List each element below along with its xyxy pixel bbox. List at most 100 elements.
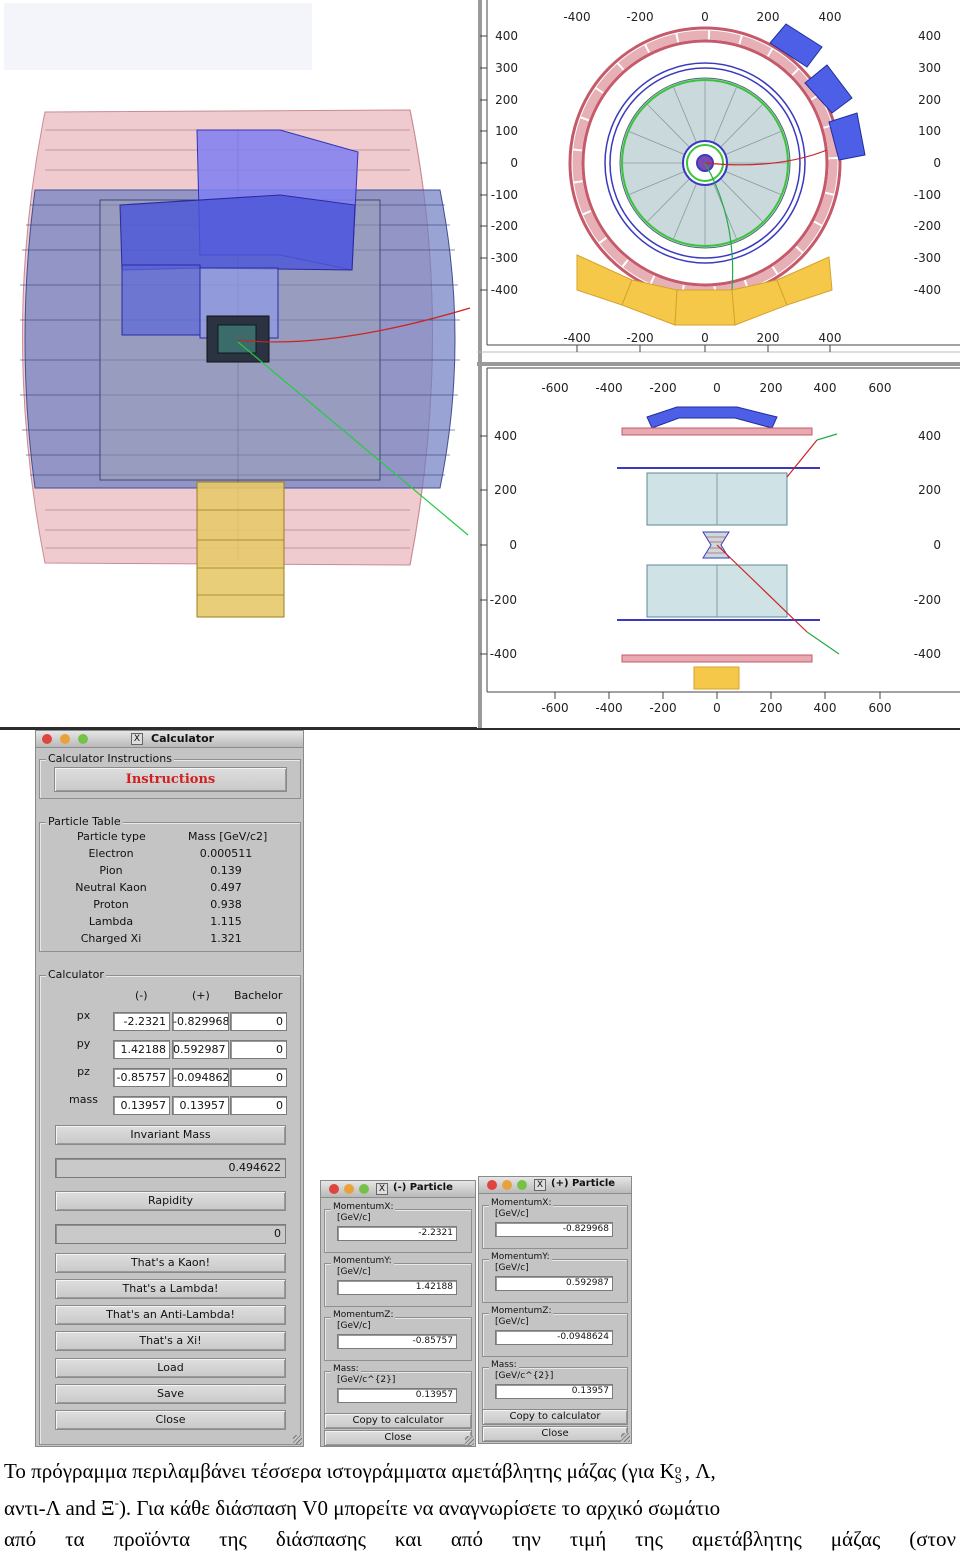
particle-mass: 0.497 — [210, 881, 242, 894]
momentum-value-field[interactable]: -2.2321 — [337, 1226, 457, 1241]
xy-right-tick-label: 0 — [933, 156, 941, 170]
pos-close-button[interactable]: Close — [482, 1426, 628, 1442]
antilambda-button[interactable]: That's an Anti-Lambda! — [55, 1305, 286, 1325]
calc-bach-field[interactable]: 0 — [230, 1096, 287, 1115]
momentum-unit: [GeV/c] — [495, 1209, 529, 1219]
rz-right-tick-label: -200 — [914, 593, 941, 607]
calc-row-label: py — [76, 1037, 91, 1050]
zoom-window-icon[interactable] — [78, 734, 88, 744]
rz-bottom-tick-label: 200 — [760, 701, 783, 715]
momentum-value-field[interactable]: -0.85757 — [337, 1334, 457, 1349]
calc-pos-field[interactable]: 0.592987 — [172, 1040, 229, 1059]
calculator-window[interactable]: X Calculator Calculator Instructions Ins… — [35, 730, 304, 1447]
neg-particle-title: (-) Particle — [393, 1182, 453, 1193]
xy-left-tick-label: -300 — [491, 251, 518, 265]
calc-pos-field[interactable]: 0.13957 — [172, 1096, 229, 1115]
minimize-window-icon[interactable] — [502, 1180, 512, 1190]
calc-neg-field[interactable]: -2.2321 — [113, 1012, 170, 1031]
close-button[interactable]: Close — [55, 1410, 286, 1430]
rz-top-tick-label: 600 — [869, 381, 892, 395]
minimize-window-icon[interactable] — [60, 734, 70, 744]
lambda-button[interactable]: That's a Lambda! — [55, 1279, 286, 1299]
instructions-button[interactable]: Instructions — [54, 767, 287, 792]
x11-app-icon: X — [376, 1183, 388, 1195]
calc-pos-field[interactable]: -0.829968 — [172, 1012, 229, 1031]
pos-particle-window[interactable]: X (+) Particle MomentumX: [GeV/c] -0.82996… — [478, 1176, 632, 1444]
particle-name: Proton — [93, 898, 129, 911]
momentum-value-field[interactable]: 0.13957 — [337, 1388, 457, 1403]
pos-particle-titlebar[interactable]: X (+) Particle — [479, 1177, 631, 1194]
calc-bach-field[interactable]: 0 — [230, 1012, 287, 1031]
momentum-value-field[interactable]: -0.0948624 — [495, 1330, 613, 1345]
neg-close-button[interactable]: Close — [324, 1430, 472, 1446]
close-window-icon[interactable] — [42, 734, 52, 744]
momentum-value-field[interactable]: -0.829968 — [495, 1222, 613, 1237]
momentum-value-field[interactable]: 0.592987 — [495, 1276, 613, 1291]
particle-name: Charged Xi — [80, 932, 142, 945]
momentum-unit: [GeV/c] — [495, 1317, 529, 1327]
calc-row-label: pz — [77, 1065, 90, 1078]
rapidity-output: 0 — [55, 1224, 286, 1244]
particle-name: Lambda — [88, 915, 134, 928]
rz-bottom-tick-label: 600 — [869, 701, 892, 715]
save-button[interactable]: Save — [55, 1384, 286, 1404]
xy-left-tick-label: -400 — [491, 283, 518, 297]
rz-right-tick-label: -400 — [914, 647, 941, 661]
momentum-unit: [GeV/c] — [337, 1267, 371, 1277]
calculator-titlebar[interactable]: X Calculator — [36, 731, 303, 748]
xy-top-tick-label: 400 — [819, 10, 842, 24]
kaon-button[interactable]: That's a Kaon! — [55, 1253, 286, 1273]
close-window-icon[interactable] — [329, 1184, 339, 1194]
neg-particle-window[interactable]: X (-) Particle MomentumX: [GeV/c] -2.2321 M… — [320, 1180, 476, 1447]
rz-top-tick-label: 0 — [713, 381, 721, 395]
calc-pos-field[interactable]: -0.0948624 — [172, 1068, 229, 1087]
rz-left-tick-label: 200 — [494, 483, 517, 497]
calc-bach-field[interactable]: 0 — [230, 1068, 287, 1087]
zoom-window-icon[interactable] — [517, 1180, 527, 1190]
particle-mass: 0.000511 — [199, 847, 253, 860]
xy-bottom-tick-label: -200 — [626, 331, 653, 345]
momentum-label: MomentumY: — [489, 1252, 552, 1262]
momentum-value-field[interactable]: 1.42188 — [337, 1280, 457, 1295]
particle-mass: 1.115 — [210, 915, 242, 928]
neg-particle-titlebar[interactable]: X (-) Particle — [321, 1181, 475, 1198]
calc-bach-field[interactable]: 0 — [230, 1040, 287, 1059]
rapidity-button[interactable]: Rapidity — [55, 1191, 286, 1211]
rz-bottom-tick-label: 400 — [814, 701, 837, 715]
calc-neg-field[interactable]: 0.13957 — [113, 1096, 170, 1115]
momentum-value-field[interactable]: 0.13957 — [495, 1384, 613, 1399]
xy-bottom-tick-label: -400 — [563, 331, 590, 345]
resize-grip-icon[interactable] — [293, 1435, 302, 1444]
xy-projection-view[interactable]: -400 -200 0 200 400 400 300 200 100 0 -100 -200 -30… — [477, 0, 960, 362]
close-window-icon[interactable] — [487, 1180, 497, 1190]
calc-neg-field[interactable]: 1.42188 — [113, 1040, 170, 1059]
resize-grip-icon[interactable] — [621, 1433, 630, 1442]
minimize-window-icon[interactable] — [344, 1184, 354, 1194]
rz-right-tick-label: 200 — [918, 483, 941, 497]
rz-right-tick-label: 400 — [918, 429, 941, 443]
resize-grip-icon[interactable] — [465, 1436, 474, 1445]
caption-line-3: από τα προϊόντα της διάσπασης και από τη… — [4, 1527, 956, 1551]
xy-right-tick-label: -100 — [914, 188, 941, 202]
pos-column-header: (+) — [192, 989, 210, 1002]
particle-table-label: Particle Table — [46, 815, 123, 828]
rz-bottom-tick-label: -600 — [541, 701, 568, 715]
zoom-window-icon[interactable] — [359, 1184, 369, 1194]
load-button[interactable]: Load — [55, 1358, 286, 1378]
xy-top-tick-label: 0 — [701, 10, 709, 24]
particle-name: Neutral Kaon — [75, 881, 147, 894]
detector-3d-view[interactable] — [0, 0, 477, 728]
neg-copy-to-calculator-button[interactable]: Copy to calculator — [324, 1413, 472, 1429]
invariant-mass-button[interactable]: Invariant Mass — [55, 1125, 286, 1145]
xy-left-tick-label: 0 — [510, 156, 518, 170]
rz-projection-view[interactable]: -600 -400 -200 0 200 400 600 400 200 0 -200 -400 4… — [477, 362, 960, 728]
xy-bottom-tick-label: 0 — [701, 331, 709, 345]
rz-projection-drawing: -600 -400 -200 0 200 400 600 400 200 0 -200 -400 4… — [477, 362, 960, 728]
momentum-label: MomentumX: — [489, 1198, 554, 1208]
xi-button[interactable]: That's a Xi! — [55, 1331, 286, 1351]
momentum-unit: [GeV/c] — [495, 1263, 529, 1273]
rz-left-tick-label: -400 — [490, 647, 517, 661]
calc-neg-field[interactable]: -0.85757 — [113, 1068, 170, 1087]
pos-copy-to-calculator-button[interactable]: Copy to calculator — [482, 1409, 628, 1425]
rz-top-tick-label: -400 — [595, 381, 622, 395]
